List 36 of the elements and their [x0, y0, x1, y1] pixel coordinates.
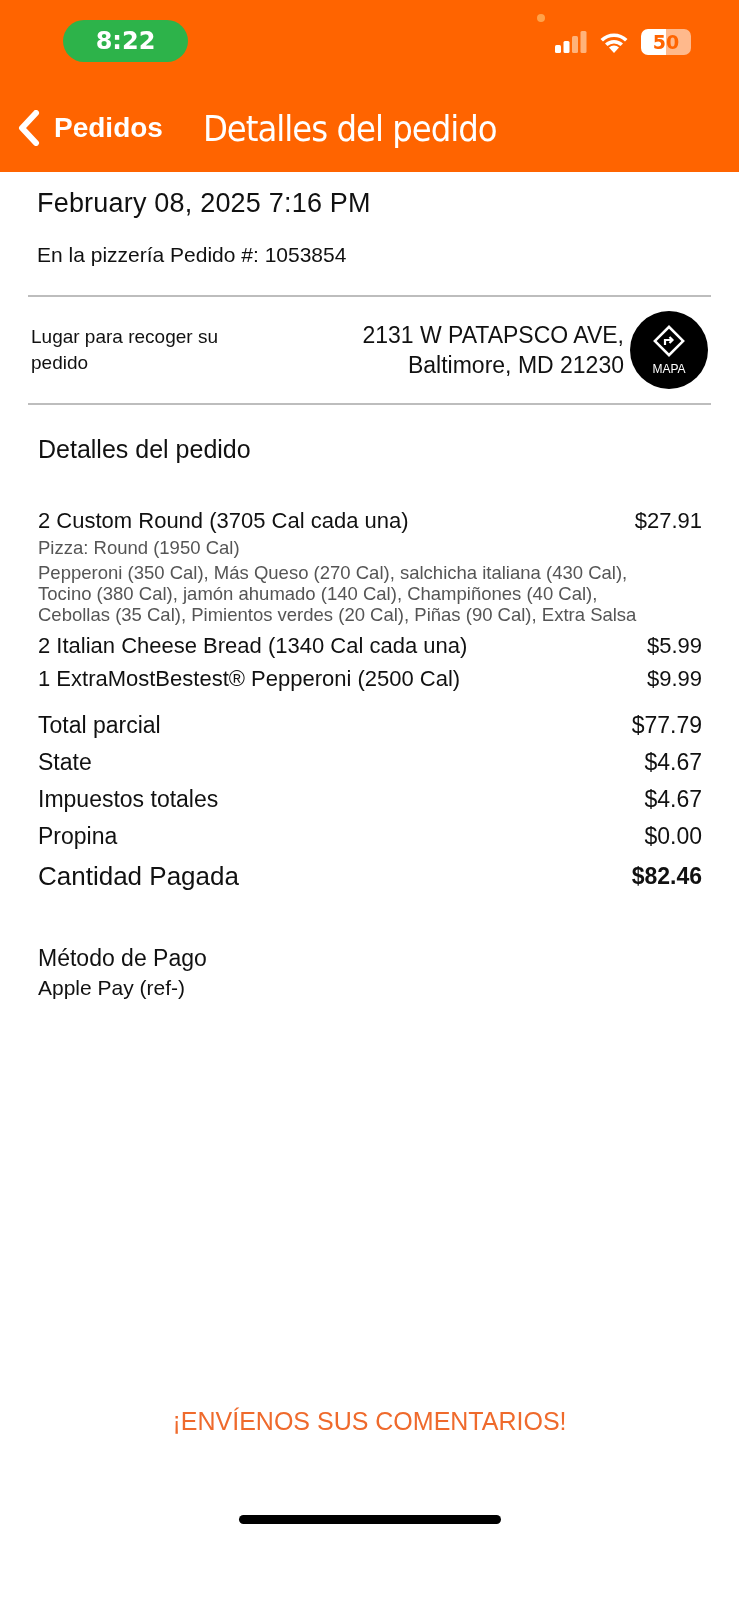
payment-method: Apple Pay (ref-) [38, 976, 187, 1000]
item-price: $27.91 [634, 507, 702, 535]
directions-icon [652, 324, 686, 358]
feedback-link[interactable]: ¡ENVÍENOS SUS COMENTARIOS! [172, 1407, 567, 1436]
back-button[interactable]: Pedidos [18, 110, 163, 146]
pickup-label: Lugar para recoger su pedido [31, 325, 219, 375]
total-amount: $0.00 [644, 822, 702, 851]
total-paid-amount: $82.46 [631, 862, 702, 891]
map-button[interactable]: MAPA [630, 311, 708, 389]
address-line: Baltimore, MD 21230 [406, 351, 624, 380]
item-price: $5.99 [646, 632, 702, 660]
item-description: Pepperoni (350 Cal), Más Queso (270 Cal), salchicha italiana (430 Cal), Tocino (380 Cal), jamón ahumado (140 Cal), Champiñones (40 Cal), Cebollas (35 Cal), Pimientos verdes (20 Cal), Piñas (90 Cal), Extra Salsa [38, 562, 638, 625]
total-amount: $77.79 [631, 711, 702, 740]
total-label: Impuestos totales [38, 785, 219, 814]
total-amount: $4.67 [644, 748, 702, 777]
total-label: Total parcial [38, 711, 161, 740]
screen-title: Detalles del pedido [202, 107, 497, 149]
total-amount: $4.67 [644, 785, 702, 814]
section-heading: Detalles del pedido [38, 435, 252, 464]
item-description: Pizza: Round (1950 Cal) [38, 537, 241, 558]
order-date: February 08, 2025 7:16 PM [37, 188, 372, 219]
payment-heading: Método de Pago [38, 945, 208, 972]
item-name: 2 Custom Round (3705 Cal cada una) [38, 507, 409, 535]
order-number: En la pizzería Pedido #: 1053854 [37, 243, 348, 267]
item-name: 2 Italian Cheese Bread (1340 Cal cada una) [38, 632, 468, 660]
address-line: 2131 W PATAPSCO AVE, [362, 321, 624, 350]
privacy-dot-icon [537, 14, 545, 22]
wifi-icon [599, 31, 629, 53]
item-name: 1 ExtraMostBestest® Pepperoni (2500 Cal) [38, 665, 461, 693]
total-label: State [38, 748, 92, 777]
total-label: Propina [38, 822, 118, 851]
status-time: 8:22 [63, 20, 188, 62]
total-paid-label: Cantidad Pagada [38, 860, 239, 893]
signal-icon [555, 31, 587, 53]
item-price: $9.99 [646, 665, 702, 693]
chevron-left-icon [18, 110, 40, 146]
